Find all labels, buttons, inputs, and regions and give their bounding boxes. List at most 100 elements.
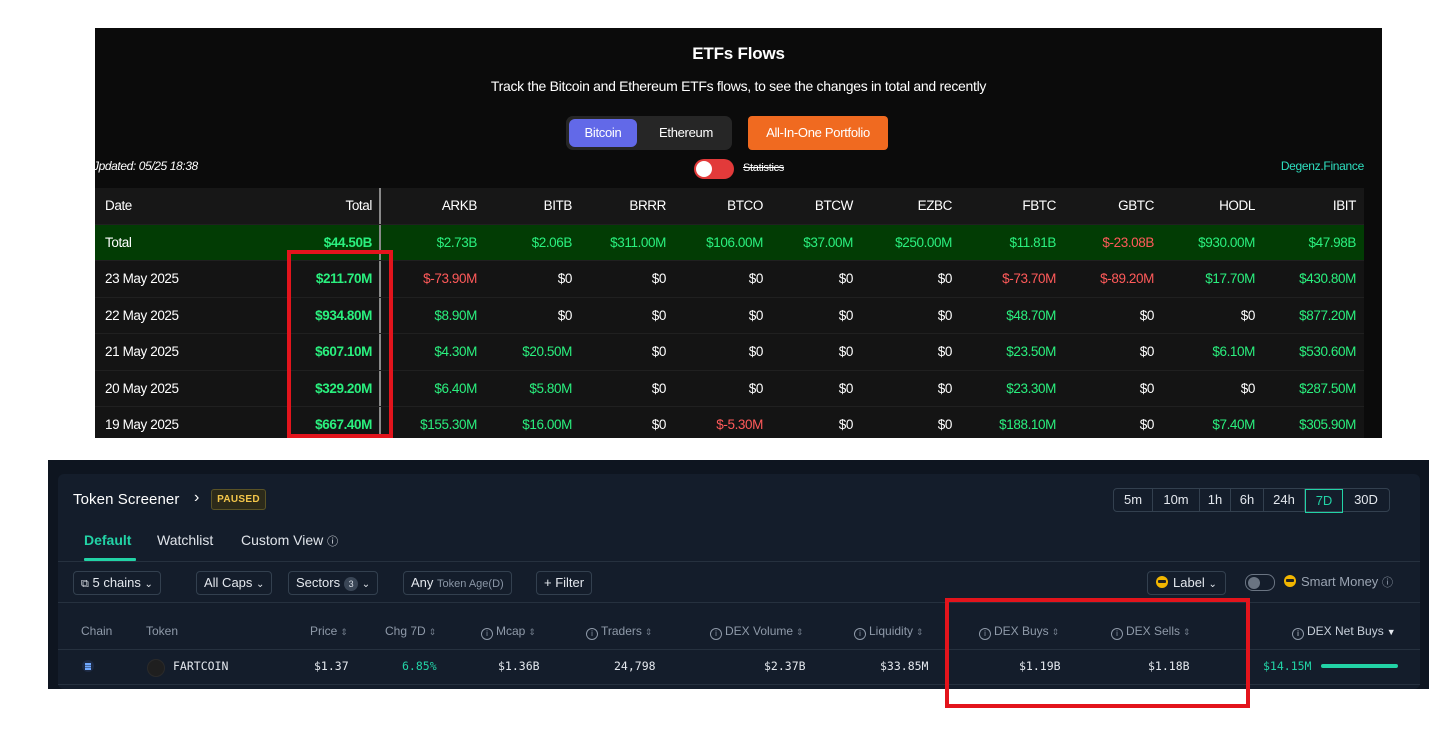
screener-title[interactable]: Token Screener <box>73 491 179 508</box>
chevron-right-icon[interactable]: › <box>194 489 199 507</box>
divider <box>58 602 1420 603</box>
sort-icon: ⇕ <box>340 627 348 637</box>
col-mcap[interactable]: i Mcap ⇕ <box>481 624 536 640</box>
col-change[interactable]: Chg 7D ⇕ <box>385 624 436 638</box>
add-filter-button[interactable]: + Filter <box>536 571 593 595</box>
mcap-value: $1.36B <box>498 659 540 673</box>
timeframe-5m[interactable]: 5m <box>1114 489 1153 511</box>
sort-icon: ⇕ <box>528 627 536 637</box>
info-icon: ⓘ <box>1381 577 1393 589</box>
col-liquidity[interactable]: i Liquidity ⇕ <box>854 624 924 640</box>
timeframe-30d[interactable]: 30D <box>1343 489 1389 511</box>
sort-icon: ⇕ <box>428 627 437 637</box>
tab-custom-view[interactable]: Custom View ⓘ <box>241 532 338 549</box>
total-column-separator <box>379 334 381 370</box>
total-column-separator <box>379 188 381 224</box>
col-mcap-label: Mcap <box>496 624 526 638</box>
dex-net-buys-value: $14.15M <box>1263 659 1312 673</box>
col-change-label: Chg 7D <box>385 624 426 638</box>
price-value: $1.37 <box>314 659 349 673</box>
token-screener-card: Token Screener › PAUSED 5m 10m 1h 6h 24h 7D 30… <box>58 474 1420 689</box>
sort-icon: ⇕ <box>796 627 804 637</box>
caps-filter[interactable]: All Caps ⌄ <box>196 571 273 595</box>
timeframe-7d[interactable]: 7D <box>1305 489 1343 513</box>
page-subtitle: Track the Bitcoin and Ethereum ETFs flow… <box>490 78 987 94</box>
col-dex-sells-label: DEX Sells <box>1126 624 1181 638</box>
label-emoji-icon <box>1156 576 1168 588</box>
col-dex-buys[interactable]: i DEX Buys ⇕ <box>979 624 1059 640</box>
table-row: 23 May 2025 $211.70M $-73.90M $0 $0 $0 $0 $0 $-7… <box>95 261 1364 298</box>
total-column-separator <box>379 406 381 438</box>
smart-money-emoji-icon <box>1284 575 1296 587</box>
volume-value: $2.37B <box>764 659 806 673</box>
status-badge: PAUSED <box>211 489 266 510</box>
timeframe-selector: 5m 10m 1h 6h 24h 7D 30D <box>1113 488 1390 513</box>
brand-link[interactable]: Degenz.Finance <box>1281 159 1364 173</box>
dex-sells-value: $1.18B <box>1148 659 1190 673</box>
asset-tab-switch: Bitcoin Ethereum <box>566 116 732 150</box>
timeframe-1h[interactable]: 1h <box>1200 489 1231 511</box>
all-in-one-portfolio-button[interactable]: All-In-One Portfolio <box>748 116 888 150</box>
sort-icon: ⇕ <box>644 627 653 637</box>
chains-label: 5 chains <box>92 575 141 590</box>
col-dex-volume-label: DEX Volume <box>725 624 794 638</box>
col-traders[interactable]: i Traders ⇕ <box>586 624 652 640</box>
chevron-down-icon: ⌄ <box>144 579 153 590</box>
chevron-down-icon: ⌄ <box>361 579 371 590</box>
col-price[interactable]: Price ⇕ <box>310 624 348 638</box>
sort-icon: ⇕ <box>1051 627 1060 637</box>
smart-money-toggle[interactable] <box>1245 574 1275 591</box>
statistics-toggle[interactable] <box>694 159 734 179</box>
header-ibit-cell: IBIT <box>1332 198 1357 213</box>
info-icon: ⓘ <box>327 536 339 548</box>
info-icon: i <box>710 628 722 640</box>
token-age-filter[interactable]: Any Token Age(D) <box>403 571 512 595</box>
col-dex-sells[interactable]: i DEX Sells ⇕ <box>1111 624 1191 640</box>
row-ibit-cell: $877.20M <box>1299 307 1356 323</box>
row-ibit-cell: $287.50M <box>1299 380 1356 396</box>
divider <box>58 561 1420 562</box>
timeframe-6h[interactable]: 6h <box>1231 489 1264 511</box>
updated-timestamp: Jpdated: 05/25 18:38 <box>95 159 198 173</box>
tab-ethereum[interactable]: Ethereum <box>646 119 726 147</box>
col-chain: Chain <box>81 624 112 638</box>
toggle-knob <box>696 161 712 177</box>
row-ibit-cell: $305.90M <box>1299 416 1356 432</box>
etf-flows-table: Date Total ARKB BITB BRRR BTCO BTCW EZBC FBTC GBT… <box>95 188 1364 438</box>
change-value: 6.85% <box>402 659 437 673</box>
timeframe-24h[interactable]: 24h <box>1264 489 1305 511</box>
tab-watchlist[interactable]: Watchlist <box>157 532 213 548</box>
chevron-down-icon: ⌄ <box>1208 579 1217 590</box>
col-dex-net-buys[interactable]: i DEX Net Buys ▼ <box>1292 624 1396 640</box>
info-icon: i <box>854 628 866 640</box>
total-row: Total $44.50B $2.73B $2.06B $311.00M $106.00M… <box>95 225 1364 262</box>
info-icon: i <box>1292 628 1304 640</box>
token-age-label: Token Age(D) <box>437 578 504 590</box>
solana-chain-icon <box>82 660 94 672</box>
chevron-down-icon: ⌄ <box>256 579 265 590</box>
timeframe-10m[interactable]: 10m <box>1153 489 1200 511</box>
tab-default[interactable]: Default <box>84 532 131 548</box>
col-dex-net-buys-label: DEX Net Buys <box>1307 624 1384 638</box>
col-dex-volume[interactable]: i DEX Volume ⇕ <box>710 624 804 640</box>
page-title: ETFs Flows <box>692 44 785 63</box>
info-icon: i <box>1111 628 1123 640</box>
row-ibit-cell: $430.80M <box>1299 271 1356 287</box>
token-name[interactable]: FARTCOIN <box>173 659 228 673</box>
chains-icon: ⧉ <box>81 578 89 590</box>
net-buys-bar <box>1321 664 1398 668</box>
label-dropdown[interactable]: Label ⌄ <box>1147 571 1226 595</box>
smart-money-text: Smart Money <box>1301 574 1379 589</box>
toggle-knob <box>1248 576 1260 589</box>
tab-bitcoin[interactable]: Bitcoin <box>569 119 637 147</box>
sectors-filter[interactable]: Sectors 3 ⌄ <box>288 571 379 595</box>
tab-custom-view-label: Custom View <box>241 532 324 548</box>
dex-buys-value: $1.19B <box>1019 659 1061 673</box>
chains-filter[interactable]: ⧉ 5 chains ⌄ <box>73 571 161 595</box>
table-row: 22 May 2025 $934.80M $8.90M $0 $0 $0 $0 $0 $48.7… <box>95 297 1364 335</box>
traders-value: 24,798 <box>614 659 656 673</box>
col-token-label: Token <box>146 624 179 638</box>
smart-money-label: Smart Money ⓘ <box>1284 574 1393 590</box>
col-traders-label: Traders <box>601 624 642 638</box>
col-price-label: Price <box>310 624 338 638</box>
